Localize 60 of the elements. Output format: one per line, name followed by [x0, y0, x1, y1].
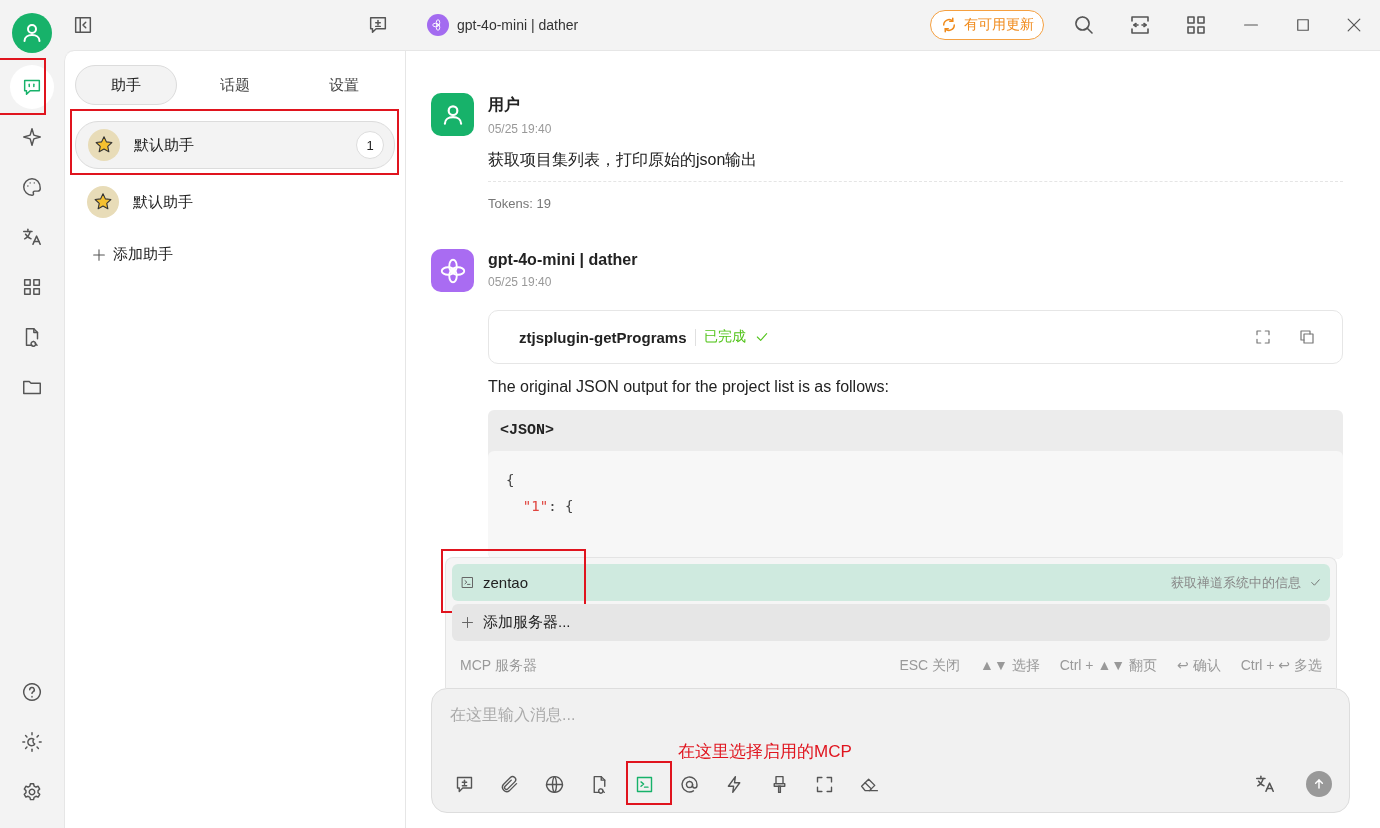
assistant-name: 默认助手 — [133, 192, 194, 212]
message-text: The original JSON output for the project list is as follows: — [488, 378, 891, 396]
exchange-icon[interactable] — [1128, 13, 1152, 37]
shortcut-hint: Ctrl + ↩ 多选 — [1240, 657, 1322, 675]
shortcut-hint: ▲▼ 选择 — [980, 657, 1040, 675]
code-line: "1": { — [521, 497, 575, 516]
rail-chat-button[interactable] — [10, 65, 54, 109]
globe-icon — [544, 773, 565, 795]
paperclip-icon — [499, 773, 520, 795]
server-item[interactable]: zentao 获取禅道系统中的信息 — [452, 564, 1330, 601]
sender-name: gpt-4o-mini | dather — [488, 251, 638, 269]
topic-count: 1 — [356, 131, 384, 159]
palette-icon — [21, 176, 43, 198]
message-time: 05/25 19:40 — [488, 275, 553, 289]
add-server-item[interactable]: 添加服务器... — [452, 604, 1330, 641]
add-assistant-button[interactable]: 添加助手 — [75, 235, 189, 274]
sidebar-toggle-icon[interactable] — [72, 14, 94, 36]
model-logo-icon — [427, 14, 449, 36]
apps-icon — [21, 276, 43, 298]
sidebar-tab[interactable]: 助手 — [75, 65, 177, 105]
settings-icon — [21, 781, 43, 803]
copy-icon[interactable] — [1298, 328, 1316, 346]
translate-icon — [21, 226, 43, 248]
sidebar-tab[interactable]: 话题 — [184, 65, 286, 105]
at-icon — [679, 773, 700, 795]
popup-title: MCP 服务器 — [460, 657, 537, 675]
sparkle-icon — [21, 126, 43, 148]
sender-name: 用户 — [488, 95, 521, 115]
translate-icon[interactable] — [1254, 773, 1276, 795]
new-topic-icon[interactable] — [367, 14, 389, 36]
grid-icon[interactable] — [1184, 13, 1208, 37]
code-language: <JSON> — [499, 421, 555, 441]
model-name[interactable]: gpt-4o-mini | dather — [457, 17, 579, 33]
model-logo-icon — [431, 249, 474, 292]
message-text: 获取项目集列表，打印原始的json输出 — [488, 150, 1343, 182]
star-avatar-icon — [87, 186, 119, 218]
user-avatar[interactable] — [12, 13, 52, 53]
annotation-caption: 在这里选择启用的MCP — [678, 742, 852, 761]
plus-icon — [91, 246, 107, 263]
search-icon[interactable] — [1072, 13, 1096, 37]
star-avatar-icon — [88, 129, 120, 161]
assistant-name: 默认助手 — [134, 135, 195, 155]
check-icon — [1309, 576, 1322, 589]
maximize-icon[interactable] — [1294, 16, 1312, 34]
theme-icon — [21, 731, 43, 753]
terminal-icon — [460, 575, 475, 590]
assistant-item[interactable]: 默认助手 — [75, 179, 395, 225]
shortcut-hint: ↩ 确认 — [1177, 657, 1221, 675]
message-time: 05/25 19:40 — [488, 122, 552, 136]
tool-status: 已完成 — [703, 328, 746, 346]
shortcut-hint: Ctrl + ▲▼ 翻页 — [1059, 657, 1157, 675]
code-line: { — [506, 471, 516, 490]
sidebar-tab[interactable]: 设置 — [293, 65, 395, 105]
shortcut-hint: ESC 关闭 — [899, 657, 961, 675]
plus-icon — [460, 615, 475, 630]
tool-name: ztjsplugin-getPrograms — [519, 328, 696, 346]
sync-icon — [940, 16, 958, 34]
help-icon — [21, 681, 43, 703]
token-count: Tokens: 19 — [488, 196, 552, 211]
assistant-item[interactable]: 默认助手 1 — [75, 121, 395, 169]
